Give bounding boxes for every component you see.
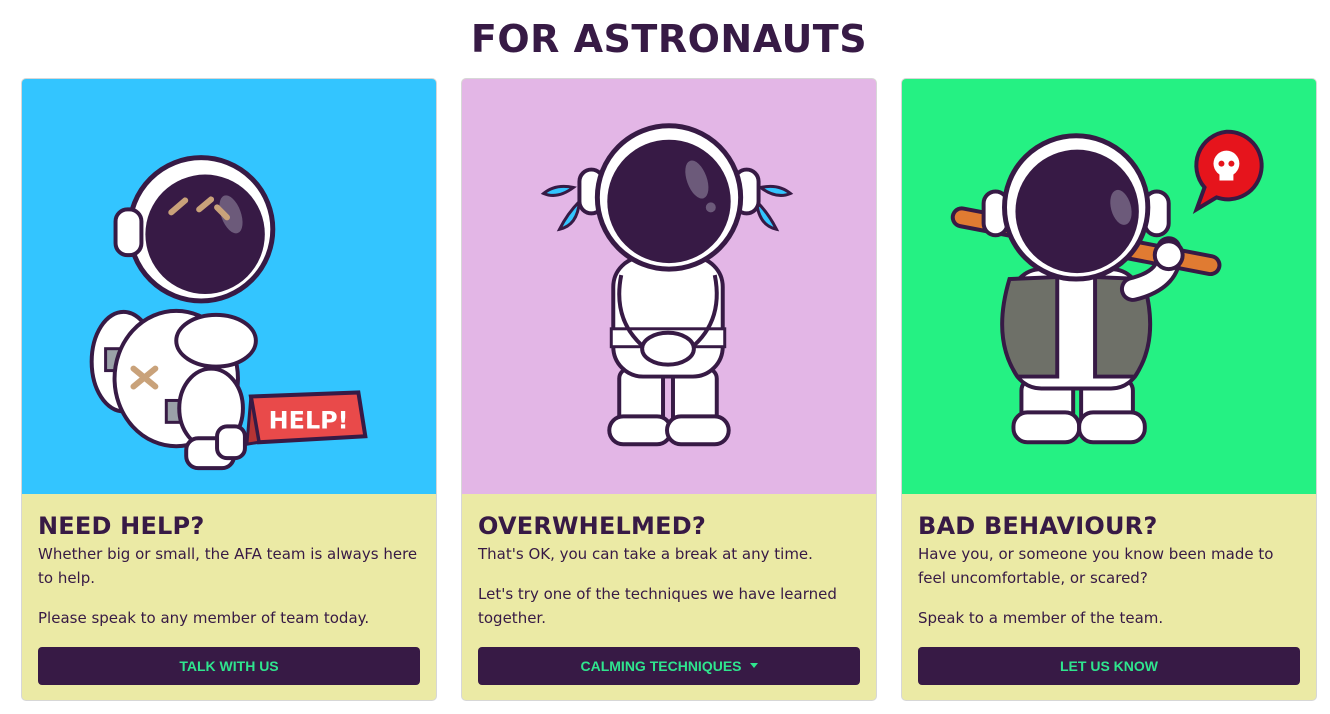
card-text: Let's try one of the techniques we have … bbox=[478, 585, 837, 627]
card-bad-behaviour: BAD BEHAVIOUR? Have you, or someone you … bbox=[901, 78, 1317, 701]
astronaut-with-bat-illustration bbox=[902, 79, 1316, 494]
button-label: LET US KNOW bbox=[1060, 658, 1158, 674]
talk-with-us-button[interactable]: TALK WITH US bbox=[38, 647, 420, 685]
card-body: NEED HELP? Whether big or small, the AFA… bbox=[22, 494, 436, 700]
card-body: OVERWHELMED? That's OK, you can take a b… bbox=[462, 494, 876, 700]
button-label: CALMING TECHNIQUES bbox=[580, 658, 742, 674]
button-label: TALK WITH US bbox=[179, 658, 279, 674]
let-us-know-button[interactable]: LET US KNOW bbox=[918, 647, 1300, 685]
card-title: NEED HELP? bbox=[38, 512, 205, 540]
card-text: Have you, or someone you know been made … bbox=[918, 545, 1274, 587]
card-text: Please speak to any member of team today… bbox=[38, 609, 370, 627]
card-text: That's OK, you can take a break at any t… bbox=[478, 545, 813, 563]
card-need-help: HELP! NEED HELP? Whether big or small, t… bbox=[21, 78, 437, 701]
card-title: BAD BEHAVIOUR? bbox=[918, 512, 1158, 540]
caret-down-icon bbox=[749, 663, 758, 668]
card-text: Whether big or small, the AFA team is al… bbox=[38, 545, 418, 587]
card-overwhelmed: OVERWHELMED? That's OK, you can take a b… bbox=[461, 78, 877, 701]
card-body: BAD BEHAVIOUR? Have you, or someone you … bbox=[902, 494, 1316, 700]
astronaut-crying-illustration bbox=[462, 79, 876, 494]
card-text: Speak to a member of the team. bbox=[918, 609, 1164, 627]
card-title: OVERWHELMED? bbox=[478, 512, 706, 540]
help-sign-text: HELP! bbox=[269, 406, 349, 434]
calming-techniques-dropdown-button[interactable]: CALMING TECHNIQUES bbox=[478, 647, 860, 685]
page-title: FOR ASTRONAUTS bbox=[470, 17, 868, 61]
astronaut-needs-help-illustration: HELP! bbox=[22, 79, 436, 494]
